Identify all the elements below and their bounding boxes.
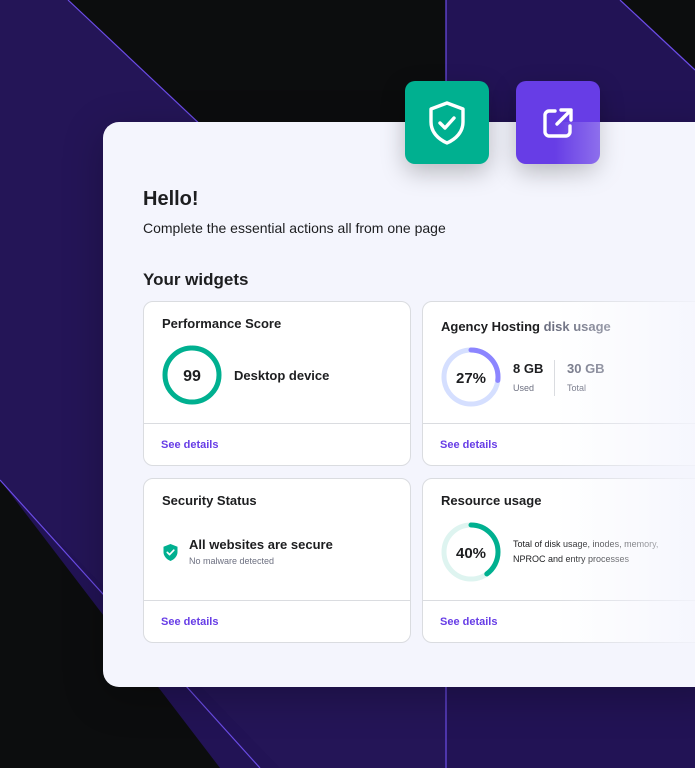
open-external-button[interactable] xyxy=(516,81,600,164)
disk-title-main: Agency Hosting xyxy=(441,319,540,334)
resource-usage-widget: Resource usage 40% Total of disk usage, … xyxy=(422,478,695,643)
disk-see-details-link[interactable]: See details xyxy=(440,439,497,451)
resource-usage-gauge: 40% xyxy=(441,522,501,582)
security-shortcut-button[interactable] xyxy=(405,81,489,164)
device-label: Desktop device xyxy=(234,368,330,383)
security-widget: Security Status All websites are secure … xyxy=(143,478,411,643)
widgets-heading: Your widgets xyxy=(143,270,249,289)
greeting-subtitle: Complete the essential actions all from … xyxy=(143,220,446,236)
security-detail-text: No malware detected xyxy=(189,556,275,566)
divider xyxy=(423,600,695,601)
disk-used-value: 8 GB xyxy=(513,361,544,376)
divider xyxy=(423,423,695,424)
disk-used-label: Used xyxy=(513,383,535,393)
security-status-text: All websites are secure xyxy=(189,537,333,552)
resource-title: Resource usage xyxy=(441,493,542,508)
stat-separator xyxy=(554,360,555,396)
security-title: Security Status xyxy=(162,493,257,508)
disk-total-label: Total xyxy=(567,383,587,393)
disk-total-value: 30 GB xyxy=(567,361,605,376)
disk-usage-widget: Agency Hosting disk usage 27% 8 GB Used … xyxy=(422,301,695,466)
performance-see-details-link[interactable]: See details xyxy=(161,439,218,451)
divider xyxy=(144,423,410,424)
resource-see-details-link[interactable]: See details xyxy=(440,616,497,628)
shield-check-icon xyxy=(163,544,178,561)
disk-usage-title: Agency Hosting disk usage xyxy=(441,319,611,334)
resource-description: Total of disk usage, inodes, memory, NPR… xyxy=(513,539,659,564)
external-link-icon xyxy=(543,107,573,138)
divider xyxy=(144,600,410,601)
disk-percent: 27% xyxy=(456,370,486,387)
disk-title-muted: disk usage xyxy=(543,319,611,334)
resource-percent: 40% xyxy=(456,545,486,562)
greeting-title: Hello! xyxy=(143,188,199,210)
performance-title: Performance Score xyxy=(162,316,282,331)
security-see-details-link[interactable]: See details xyxy=(161,616,218,628)
performance-widget: Performance Score 99 Desktop device See … xyxy=(143,301,411,466)
performance-gauge: 99 xyxy=(162,345,222,405)
disk-usage-gauge: 27% xyxy=(441,347,501,407)
performance-score: 99 xyxy=(183,368,201,385)
shield-check-icon xyxy=(429,100,465,145)
